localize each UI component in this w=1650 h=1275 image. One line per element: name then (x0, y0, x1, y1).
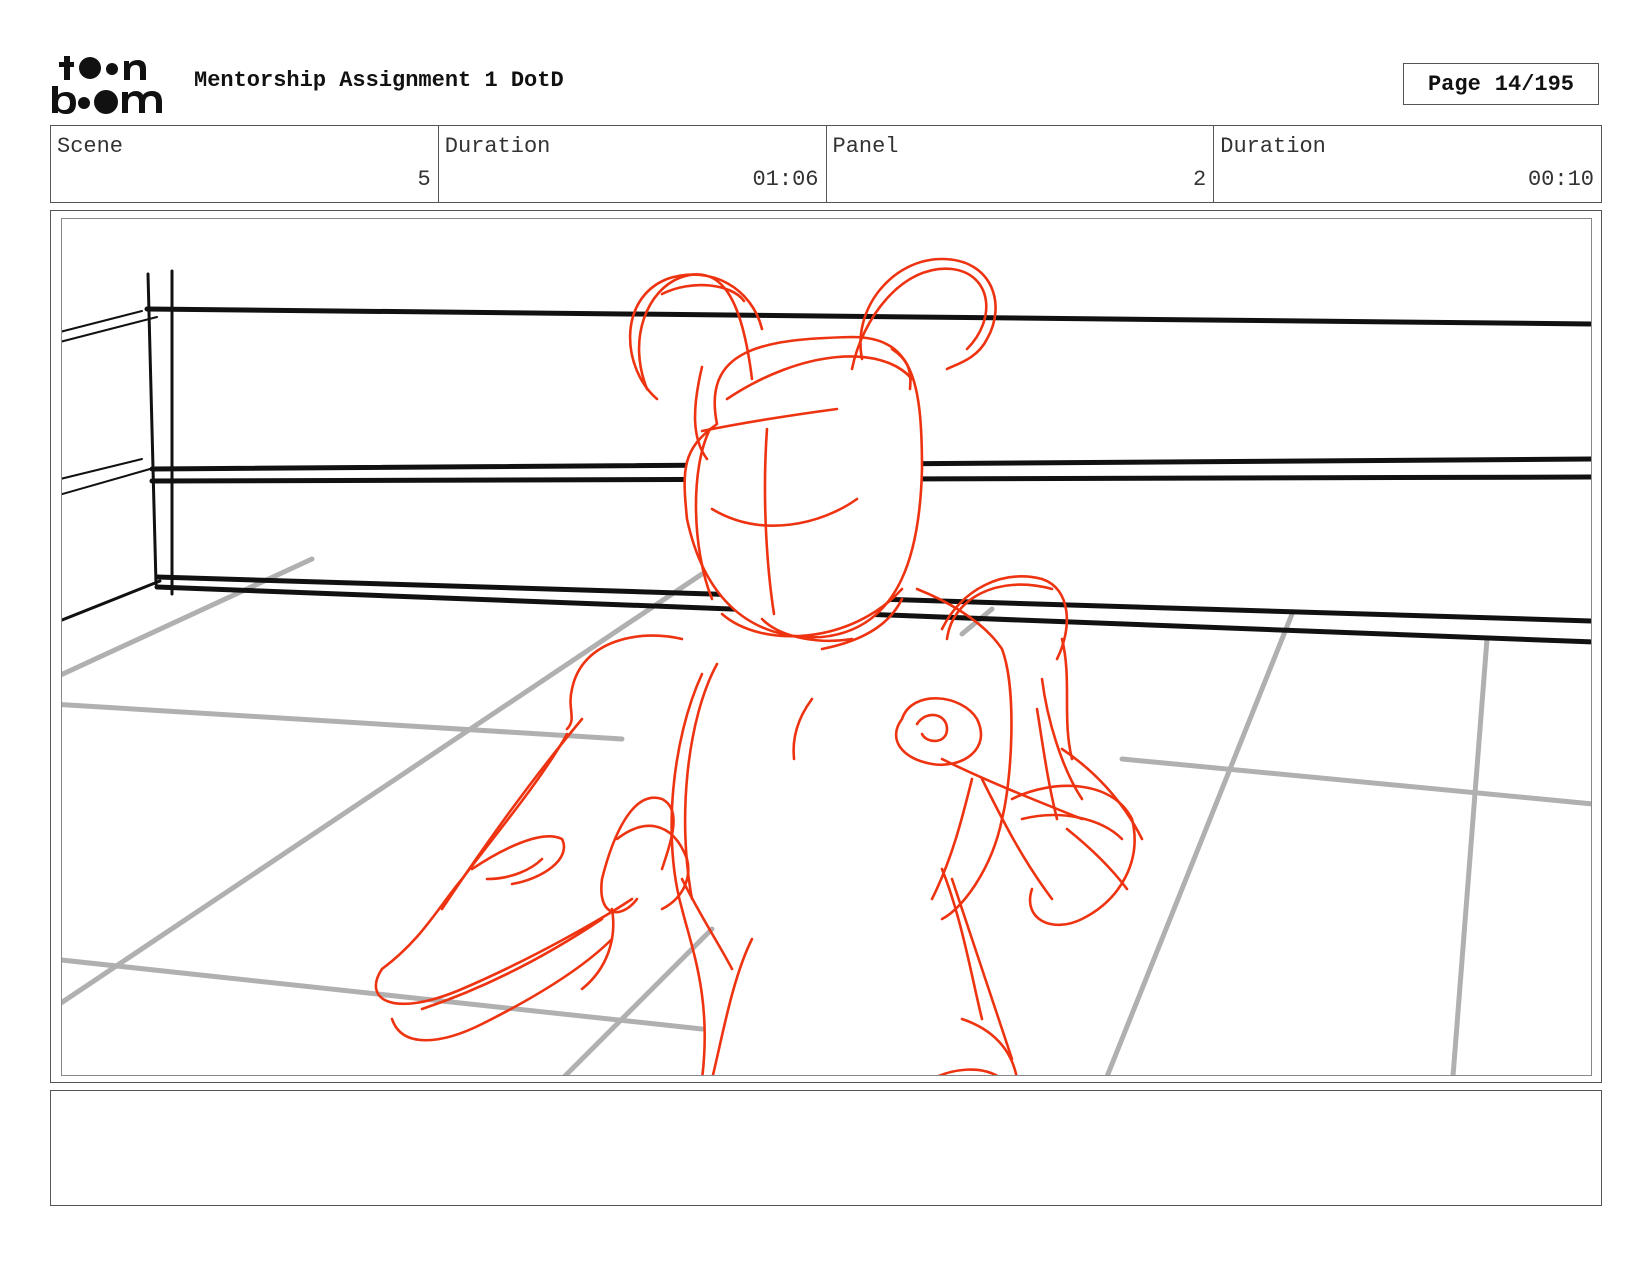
scene-cell: Scene 5 (51, 126, 439, 202)
storyboard-panel-image (61, 218, 1592, 1076)
scene-duration-label: Duration (444, 134, 551, 159)
scene-value: 5 (417, 167, 431, 192)
document-title: Mentorship Assignment 1 DotD (194, 68, 564, 93)
panel-duration-cell: Duration 00:10 (1214, 126, 1601, 202)
panel-notes-box (50, 1090, 1602, 1206)
panel-duration-value: 00:10 (1527, 167, 1594, 192)
panel-duration-label: Duration (1220, 134, 1326, 159)
panel-label: Panel (832, 134, 899, 159)
scene-duration-cell: Duration 01:06 (439, 126, 827, 202)
panel-value: 2 (1193, 167, 1207, 192)
character-sketch (374, 257, 1144, 1075)
scene-label: Scene (57, 134, 124, 159)
panel-info-table: Scene 5 Duration 01:06 Panel 2 Duration … (50, 125, 1602, 203)
toon-boom-logo (52, 56, 162, 114)
panel-sketch (62, 257, 1591, 1075)
panel-cell: Panel 2 (827, 126, 1215, 202)
page-counter: Page 14/195 (1403, 63, 1599, 105)
page-label: Page (1427, 71, 1481, 97)
scene-duration-value: 01:06 (752, 167, 819, 192)
page-value: 14/195 (1494, 71, 1575, 97)
